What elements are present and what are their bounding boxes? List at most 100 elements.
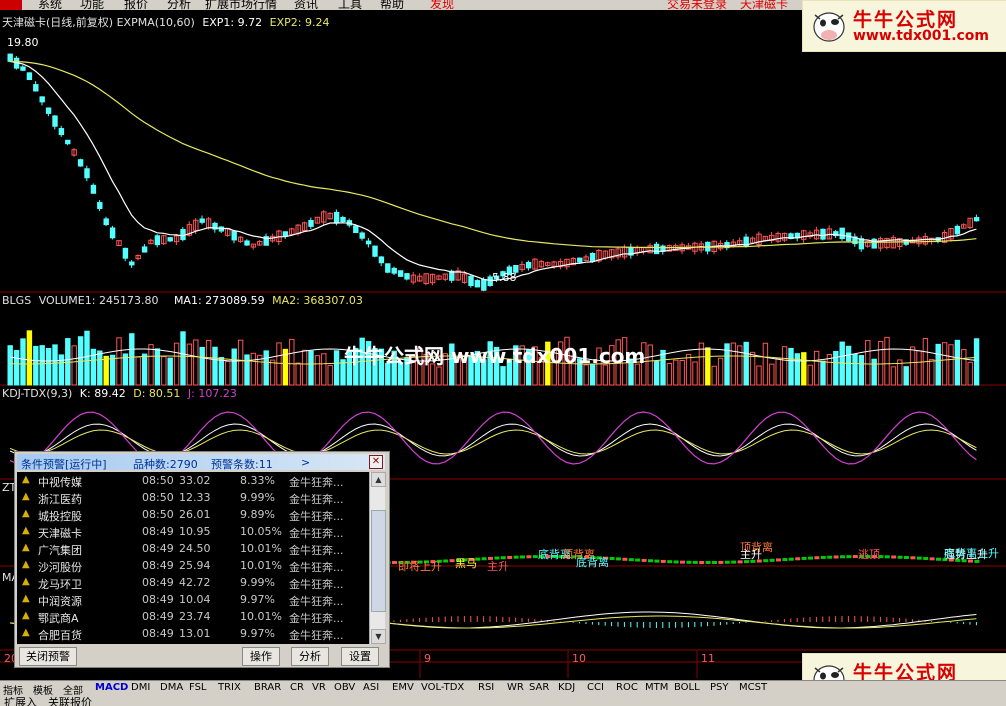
menu-help[interactable]: 帮助 <box>380 0 404 10</box>
volume-ma2-value: MA2: 368307.03 <box>272 294 363 307</box>
tab-psy[interactable]: PSY <box>710 682 729 693</box>
close-icon[interactable]: ✕ <box>369 455 383 469</box>
alert-row[interactable]: ▲ 沙河股份 08:49 25.94 10.01% 金牛狂奔... <box>17 557 369 574</box>
tab-kdj[interactable]: KDJ <box>558 682 575 693</box>
tab-vr[interactable]: VR <box>312 682 326 693</box>
tab-obv[interactable]: OBV <box>334 682 355 693</box>
menu-function[interactable]: 功能 <box>80 0 104 10</box>
volume-bar <box>161 356 167 386</box>
app-icon[interactable] <box>0 0 22 10</box>
operate-button[interactable]: 操作 <box>242 647 280 666</box>
tab-cr[interactable]: CR <box>290 682 304 693</box>
alert-change-pct: 10.01% <box>240 559 282 572</box>
candle-body <box>474 280 481 288</box>
chevron-right-icon[interactable]: > <box>301 456 310 469</box>
cow-logo-icon <box>813 12 845 42</box>
tab-sar[interactable]: SAR <box>529 682 549 693</box>
tab-macd[interactable]: MACD <box>95 682 128 693</box>
alert-row[interactable]: ▲ 天津磁卡 08:49 10.95 10.05% 金牛狂奔... <box>17 523 369 540</box>
tab-rsi[interactable]: RSI <box>478 682 494 693</box>
zt-signal-bar <box>705 560 711 564</box>
zt-signal-bar <box>827 555 833 559</box>
alert-row[interactable]: ▲ 中视传媒 08:50 33.02 8.33% 金牛狂奔... <box>17 472 369 489</box>
analyze-button[interactable]: 分析 <box>291 647 329 666</box>
alert-list[interactable]: ▲ 中视传媒 08:50 33.02 8.33% 金牛狂奔... ▲ 浙江医药 08:50 12.… <box>17 472 369 644</box>
tab-wr[interactable]: WR <box>507 682 524 693</box>
candle-body <box>65 139 71 145</box>
tab-vol-tdx[interactable]: VOL-TDX <box>421 682 464 693</box>
tab-roc[interactable]: ROC <box>616 682 638 693</box>
tab-cci[interactable]: CCI <box>587 682 604 693</box>
scroll-down-icon[interactable]: ▼ <box>371 629 386 644</box>
menu-extended-market[interactable]: 扩展市场行情 <box>205 0 277 10</box>
tab-mcst[interactable]: MCST <box>739 682 767 693</box>
candle-body <box>365 240 372 245</box>
alert-change-pct: 9.89% <box>240 508 275 521</box>
status-related-quote[interactable]: 关联报价 <box>48 697 92 706</box>
alert-row[interactable]: ▲ 中润资源 08:49 10.04 9.97% 金牛狂奔... <box>17 591 369 608</box>
volume-bar <box>97 350 103 386</box>
scroll-thumb[interactable] <box>371 510 386 612</box>
volume-bar <box>26 330 33 386</box>
alert-time: 08:49 <box>142 593 174 606</box>
tab-mtm[interactable]: MTM <box>645 682 668 693</box>
volume-bar <box>244 354 250 386</box>
volume-bar <box>295 362 301 386</box>
candle-body <box>26 72 33 81</box>
volume-bar <box>973 338 980 386</box>
center-watermark: 牛牛公式网 www.tdx001.com <box>344 344 646 368</box>
zt-signal-bar <box>686 560 692 564</box>
alert-row-icon: ▲ <box>22 542 30 553</box>
menu-discover[interactable]: 发现 <box>430 0 454 10</box>
volume-bar <box>116 337 122 386</box>
volume-bar <box>865 340 871 386</box>
settings-button[interactable]: 设置 <box>341 647 379 666</box>
zt-signal-bar <box>769 558 775 562</box>
tab-emv[interactable]: EMV <box>392 682 414 693</box>
zt-signal-bar <box>526 555 532 559</box>
volume-bar <box>20 338 26 386</box>
tab-brar[interactable]: BRAR <box>254 682 281 693</box>
candle-body <box>109 227 116 239</box>
alert-popup[interactable]: 条件预警[运行中] 品种数:2790 预警条数:11 > ✕ ▲ 中视传媒 08:5… <box>14 451 390 668</box>
volume-bar <box>871 358 877 386</box>
tab-trix[interactable]: TRIX <box>218 682 241 693</box>
tab-template[interactable]: 模板 <box>33 682 53 697</box>
candle-body <box>378 256 385 264</box>
tab-asi[interactable]: ASI <box>363 682 379 693</box>
alert-time: 08:50 <box>142 474 174 487</box>
tab-dma[interactable]: DMA <box>160 682 183 693</box>
alert-price: 23.74 <box>179 610 211 623</box>
candle-body <box>129 261 135 266</box>
alert-row[interactable]: ▲ 浙江医药 08:50 12.33 9.99% 金牛狂奔... <box>17 489 369 506</box>
alert-popup-titlebar[interactable]: 条件预警[运行中] 品种数:2790 预警条数:11 > ✕ <box>17 454 385 471</box>
trade-status[interactable]: 交易未登录 <box>667 0 727 10</box>
tab-boll[interactable]: BOLL <box>674 682 700 693</box>
tab-indicator[interactable]: 指标 <box>3 682 23 697</box>
status-extended[interactable]: 扩展入 <box>4 697 37 706</box>
alert-row-icon: ▲ <box>22 474 30 485</box>
menu-info[interactable]: 资讯 <box>294 0 318 10</box>
tab-fsl[interactable]: FSL <box>189 682 207 693</box>
alert-list-scrollbar[interactable]: ▲ ▼ <box>369 472 386 644</box>
alert-price: 10.04 <box>179 593 211 606</box>
alert-row[interactable]: ▲ 合肥百货 08:49 13.01 9.97% 金牛狂奔... <box>17 625 369 642</box>
candle-body <box>653 243 660 255</box>
zt-signal-bar <box>910 556 916 560</box>
alert-row[interactable]: ▲ 城投控股 08:50 26.01 9.89% 金牛狂奔... <box>17 506 369 523</box>
menu-tools[interactable]: 工具 <box>338 0 362 10</box>
candle-body <box>839 227 845 240</box>
menu-system[interactable]: 系统 <box>38 0 62 10</box>
tab-dmi[interactable]: DMI <box>131 682 150 693</box>
tab-all[interactable]: 全部 <box>63 682 83 697</box>
menu-analysis[interactable]: 分析 <box>167 0 191 10</box>
alert-row[interactable]: ▲ 鄂武商A 08:49 23.74 10.01% 金牛狂奔... <box>17 608 369 625</box>
zt-signal-bar <box>884 555 890 559</box>
alert-row[interactable]: ▲ 龙马环卫 08:49 42.72 9.99% 金牛狂奔... <box>17 574 369 591</box>
menu-quote[interactable]: 报价 <box>124 0 148 10</box>
alert-stock-name: 天津磁卡 <box>38 527 82 540</box>
scroll-up-icon[interactable]: ▲ <box>371 472 386 487</box>
alert-row[interactable]: ▲ 广汽集团 08:49 24.50 10.01% 金牛狂奔... <box>17 540 369 557</box>
alert-stock-name: 沙河股份 <box>38 561 82 574</box>
close-alert-button[interactable]: 关闭预警 <box>19 647 77 666</box>
